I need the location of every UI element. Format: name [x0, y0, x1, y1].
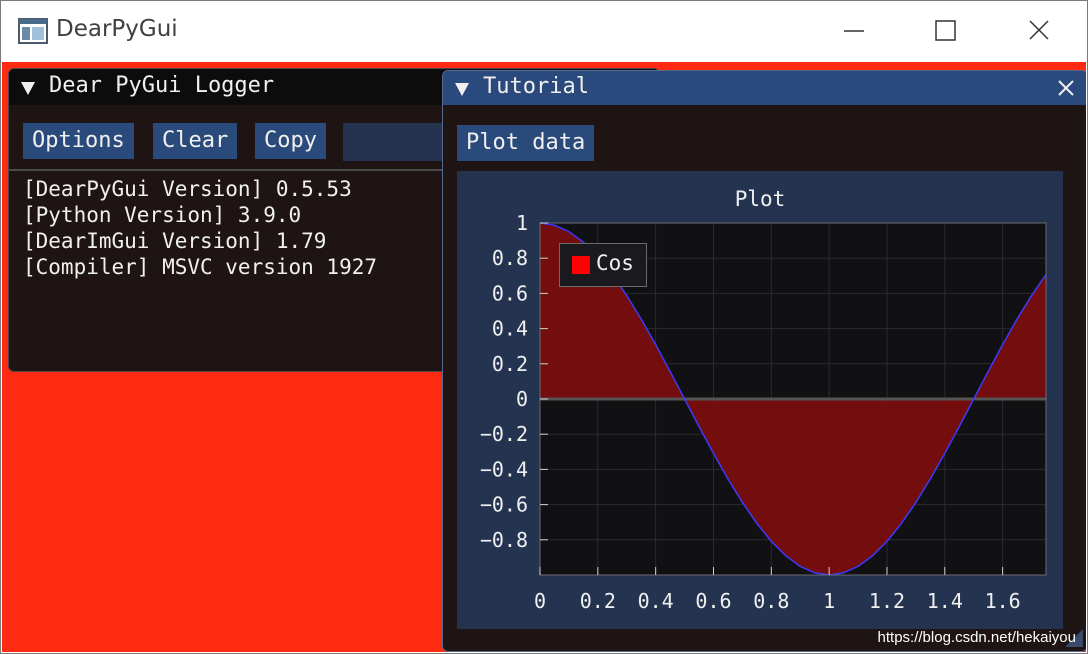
y-tick-label: −0.4 — [480, 457, 528, 481]
y-tick-label: −0.2 — [480, 422, 528, 446]
x-tick-label: 1.4 — [927, 589, 963, 613]
tutorial-title: Tutorial — [483, 74, 589, 99]
plot-panel[interactable]: Plot 0 0.2 0.4 0.6 0.8 1 1.2 1.4 1.6 1 0.8 0.6 0.4 0.… — [457, 171, 1063, 629]
x-tick-label: 0.6 — [695, 589, 731, 613]
tutorial-title-bar[interactable]: Tutorial — [443, 71, 1086, 105]
y-tick-label: −0.6 — [480, 493, 528, 517]
title-bar: DearPyGui — [0, 0, 1088, 62]
logger-title: Dear PyGui Logger — [49, 73, 275, 98]
x-tick-label: 1.6 — [985, 589, 1021, 613]
close-window-button[interactable] — [1016, 10, 1062, 52]
plot-legend[interactable]: Cos — [559, 243, 647, 287]
x-tick-label: 0.8 — [753, 589, 789, 613]
plot-chart[interactable]: 0 0.2 0.4 0.6 0.8 1 1.2 1.4 1.6 1 0.8 0.6 0.4 0.2 0 −0.… — [457, 171, 1063, 629]
log-line: [Compiler] MSVC version 1927 — [23, 255, 378, 279]
plot-data-button[interactable]: Plot data — [457, 125, 595, 161]
y-tick-label: 0.4 — [492, 317, 528, 341]
x-tick-label: 1 — [823, 589, 835, 613]
y-tick-label: 0.2 — [492, 352, 528, 376]
y-tick-label: 0 — [516, 387, 528, 411]
legend-swatch — [572, 256, 590, 274]
minimize-button[interactable] — [831, 10, 877, 52]
close-icon[interactable] — [1055, 77, 1077, 99]
viewport: Dear PyGui Logger Options Clear Copy [De… — [2, 62, 1086, 652]
x-tick-label: 0.4 — [638, 589, 674, 613]
maximize-button[interactable] — [922, 10, 968, 52]
minimize-icon — [844, 30, 864, 32]
window-title: DearPyGui — [56, 16, 178, 42]
clear-button[interactable]: Clear — [153, 123, 238, 159]
y-tick-label: −0.8 — [480, 528, 528, 552]
maximize-icon — [935, 20, 956, 41]
log-line: [DearImGui Version] 1.79 — [23, 229, 327, 253]
x-tick-label: 0.2 — [580, 589, 616, 613]
log-line: [Python Version] 3.9.0 — [23, 203, 302, 227]
y-tick-label: 0.8 — [492, 246, 528, 270]
legend-label: Cos — [596, 251, 634, 275]
app-icon — [18, 18, 48, 44]
x-tick-label: 1.2 — [869, 589, 905, 613]
collapse-triangle-icon[interactable] — [455, 83, 469, 96]
collapse-triangle-icon[interactable] — [21, 82, 35, 95]
copy-button[interactable]: Copy — [255, 123, 326, 159]
y-tick-label: 0.6 — [492, 281, 528, 305]
log-line: [DearPyGui Version] 0.5.53 — [23, 177, 352, 201]
tutorial-window[interactable]: Tutorial Plot data Plot 0 0.2 0.4 0.6 0.8 1 1.… — [442, 70, 1086, 652]
options-button[interactable]: Options — [23, 123, 134, 159]
close-icon — [1029, 20, 1049, 40]
x-tick-label: 0 — [534, 589, 546, 613]
y-tick-label: 1 — [516, 211, 528, 235]
watermark: https://blog.csdn.net/hekaiyou — [877, 629, 1076, 646]
